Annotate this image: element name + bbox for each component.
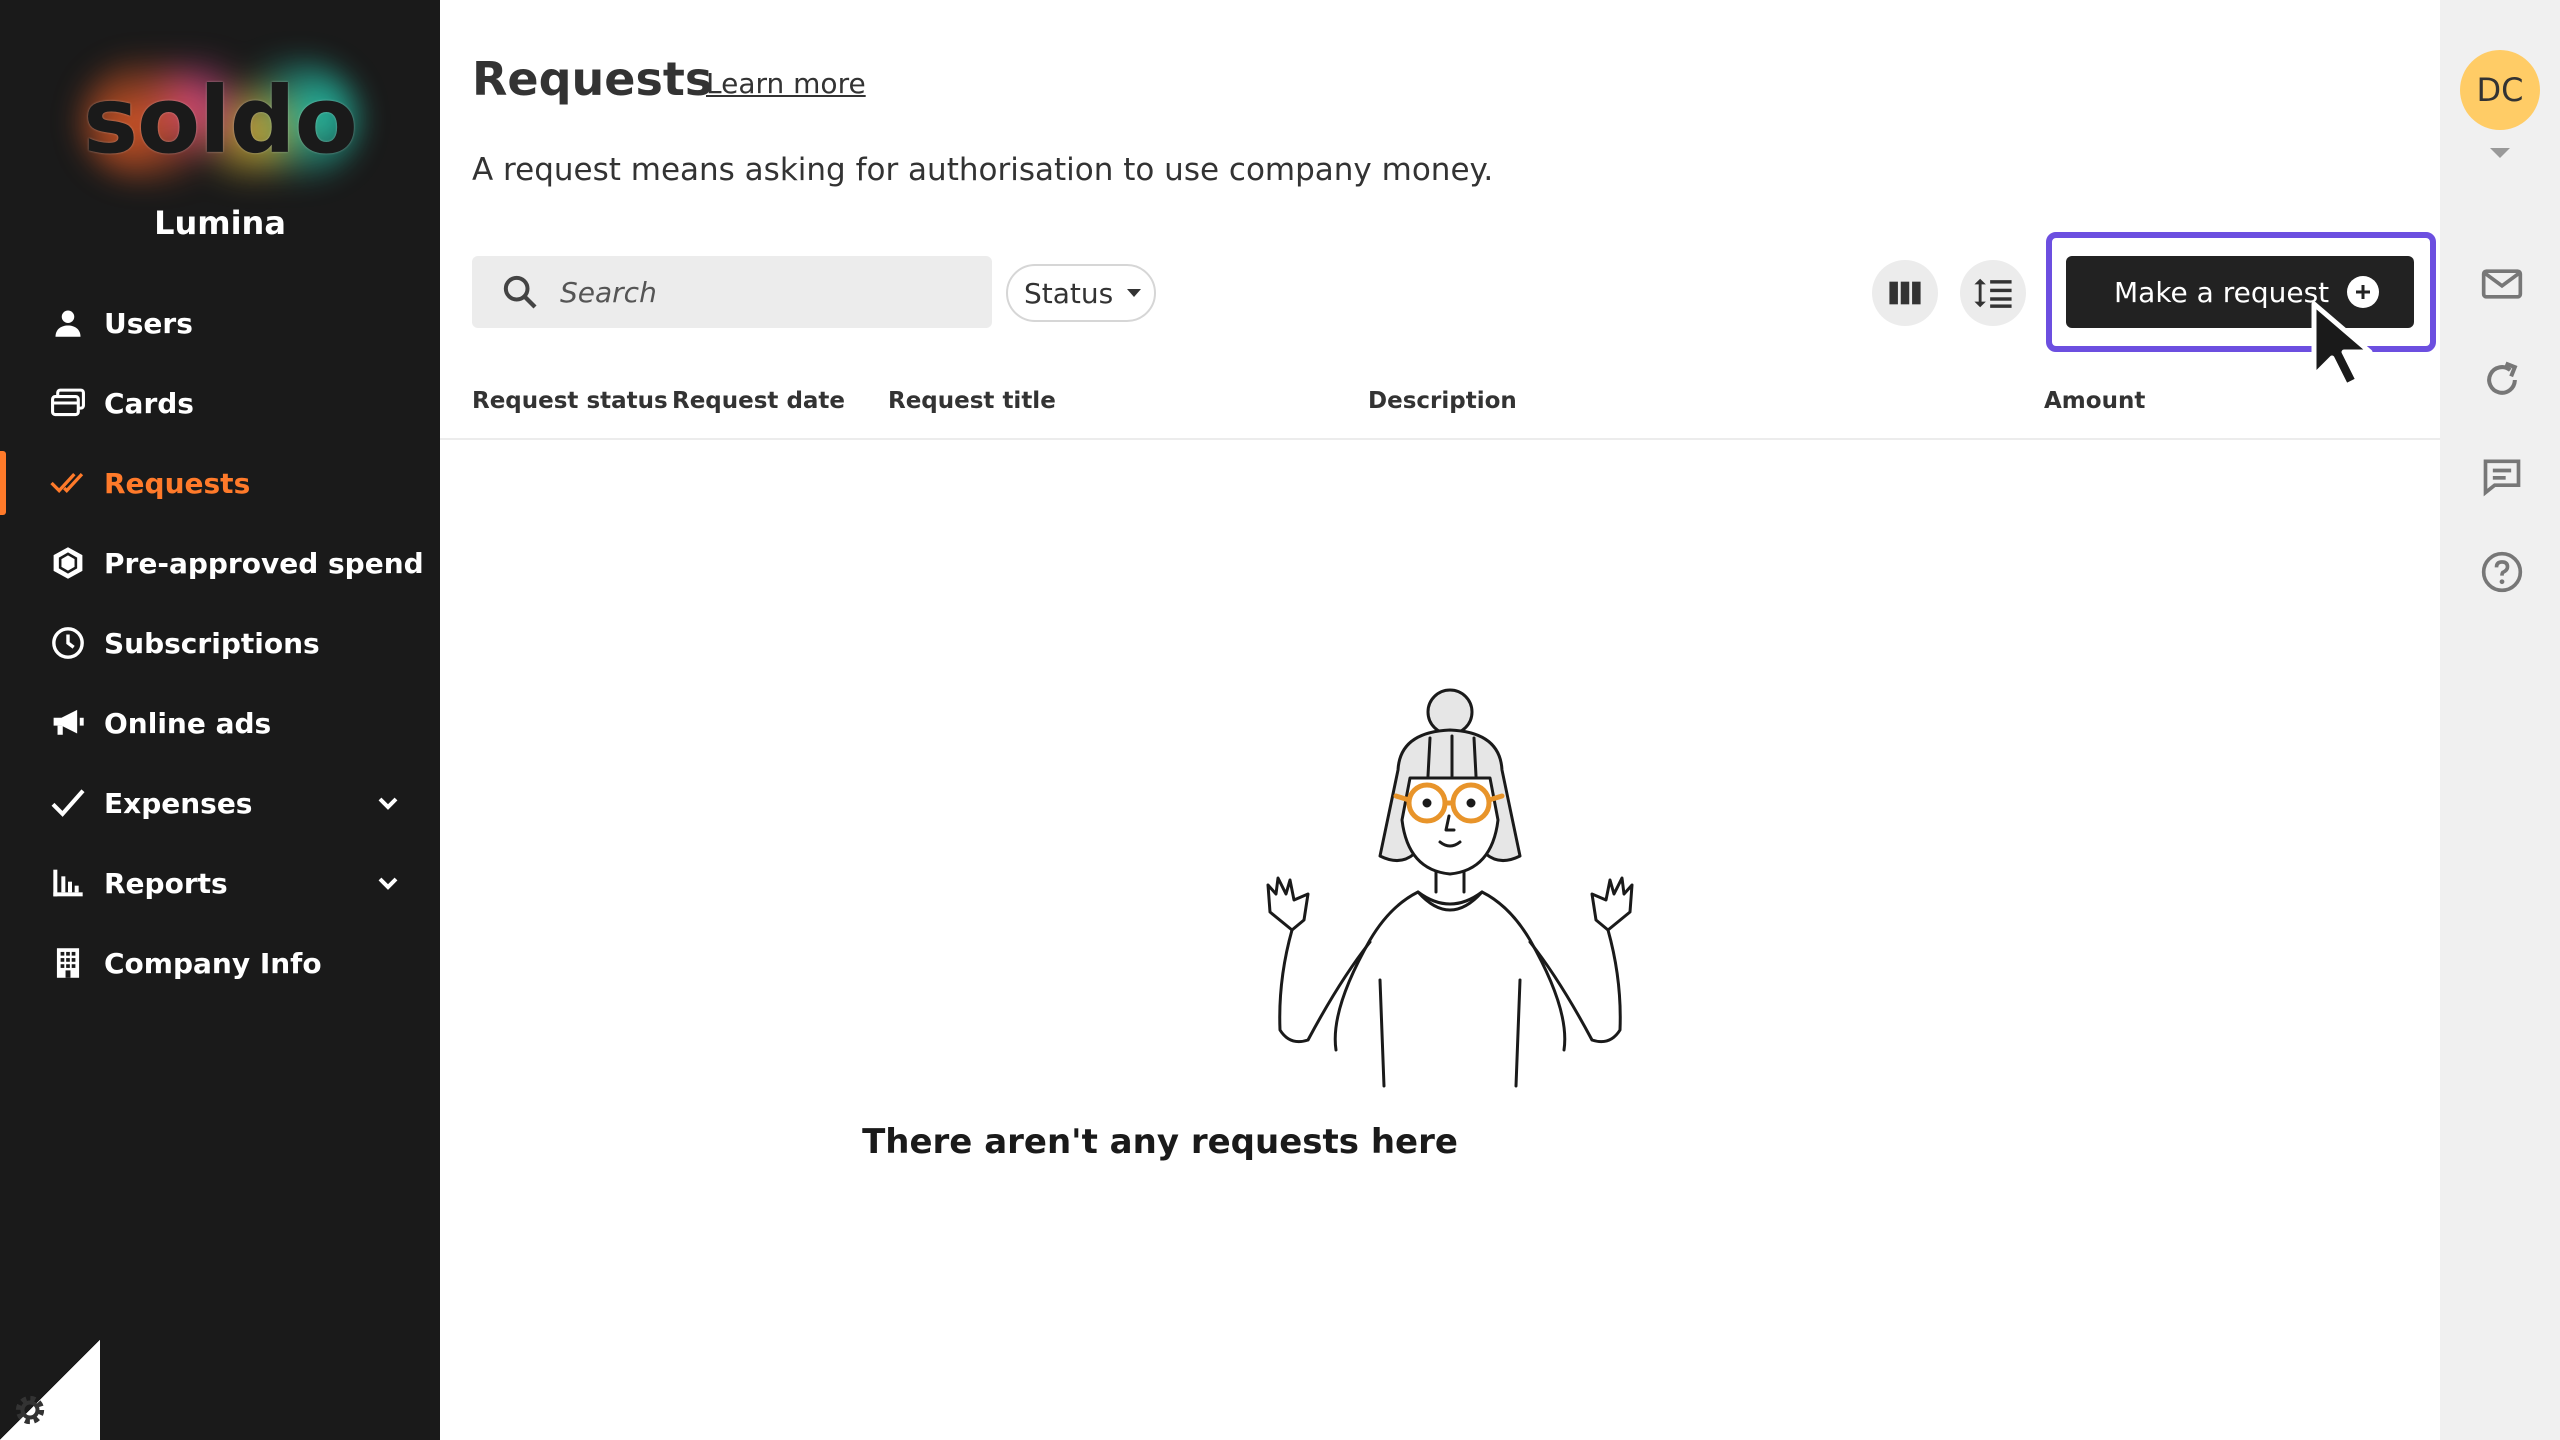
user-icon [48, 303, 88, 343]
chat-icon[interactable] [2480, 454, 2524, 498]
empty-state-illustration [1266, 688, 1634, 1088]
column-header-request-title[interactable]: Request title [888, 388, 1056, 414]
page-title: Requests [472, 52, 713, 106]
sidebar-item-label: Subscriptions [104, 626, 320, 660]
column-header-amount[interactable]: Amount [2044, 388, 2145, 414]
app-window: soldo Lumina Users Cards Requests Pre-ap… [0, 0, 2560, 1440]
search-input[interactable] [560, 275, 980, 309]
sidebar-item-label: Cards [104, 386, 194, 420]
hexagon-icon [48, 543, 88, 583]
double-check-icon [48, 463, 88, 503]
clock-icon [48, 623, 88, 663]
sidebar-item-users[interactable]: Users [0, 283, 440, 363]
chevron-down-icon[interactable] [372, 787, 404, 819]
empty-state-message: There aren't any requests here [862, 1122, 1458, 1162]
chevron-down-icon[interactable] [372, 867, 404, 899]
sidebar-nav: Users Cards Requests Pre-approved spend [0, 283, 440, 1003]
refresh-icon[interactable] [2480, 358, 2524, 402]
columns-icon [1889, 281, 1921, 305]
main-content: Requests Learn more A request means aski… [440, 0, 2440, 1440]
sidebar: soldo Lumina Users Cards Requests Pre-ap… [0, 0, 440, 1440]
make-request-label: Make a request [2114, 275, 2330, 309]
status-filter-dropdown[interactable]: Status [1006, 264, 1156, 322]
organization-name: Lumina [154, 204, 286, 242]
logo-text: soldo [83, 66, 358, 174]
column-header-request-status[interactable]: Request status [472, 388, 668, 414]
sidebar-item-requests[interactable]: Requests [0, 443, 440, 523]
row-density-button[interactable] [1960, 260, 2026, 326]
building-icon [48, 943, 88, 983]
caret-down-icon[interactable] [2490, 148, 2510, 158]
column-header-description[interactable]: Description [1368, 388, 1517, 414]
status-filter-label: Status [1024, 276, 1114, 310]
caret-down-icon [1127, 289, 1142, 297]
bar-chart-icon [48, 863, 88, 903]
gear-icon[interactable] [10, 1390, 50, 1430]
mouse-pointer-icon [2311, 301, 2373, 389]
sidebar-item-label: Online ads [104, 706, 272, 740]
soldo-logo[interactable]: soldo [70, 50, 370, 190]
sidebar-item-label: Reports [104, 866, 228, 900]
sidebar-item-label: Requests [104, 466, 251, 500]
sidebar-item-label: Company Info [104, 946, 322, 980]
search-box[interactable] [472, 256, 992, 328]
sidebar-item-label: Pre-approved spend [104, 546, 424, 580]
search-icon [503, 275, 537, 309]
columns-view-button[interactable] [1872, 260, 1938, 326]
help-icon[interactable] [2480, 550, 2524, 594]
sidebar-item-cards[interactable]: Cards [0, 363, 440, 443]
page-description: A request means asking for authorisation… [472, 152, 1494, 188]
sidebar-item-label: Users [104, 306, 193, 340]
table-header: Request status Request date Request titl… [440, 380, 2440, 440]
sidebar-item-expenses[interactable]: Expenses [0, 763, 440, 843]
sidebar-item-subscriptions[interactable]: Subscriptions [0, 603, 440, 683]
sidebar-item-online-ads[interactable]: Online ads [0, 683, 440, 763]
column-header-request-date[interactable]: Request date [672, 388, 845, 414]
megaphone-icon [48, 703, 88, 743]
sidebar-item-reports[interactable]: Reports [0, 843, 440, 923]
sidebar-item-company-info[interactable]: Company Info [0, 923, 440, 1003]
avatar[interactable]: DC [2460, 50, 2540, 130]
sidebar-item-pre-approved-spend[interactable]: Pre-approved spend [0, 523, 440, 603]
learn-more-link[interactable]: Learn more [706, 67, 866, 100]
check-icon [48, 783, 88, 823]
right-rail: DC [2440, 0, 2560, 1440]
line-spacing-icon [1974, 278, 2012, 308]
sidebar-item-label: Expenses [104, 786, 253, 820]
cards-icon [48, 383, 88, 423]
mail-icon[interactable] [2480, 262, 2524, 306]
